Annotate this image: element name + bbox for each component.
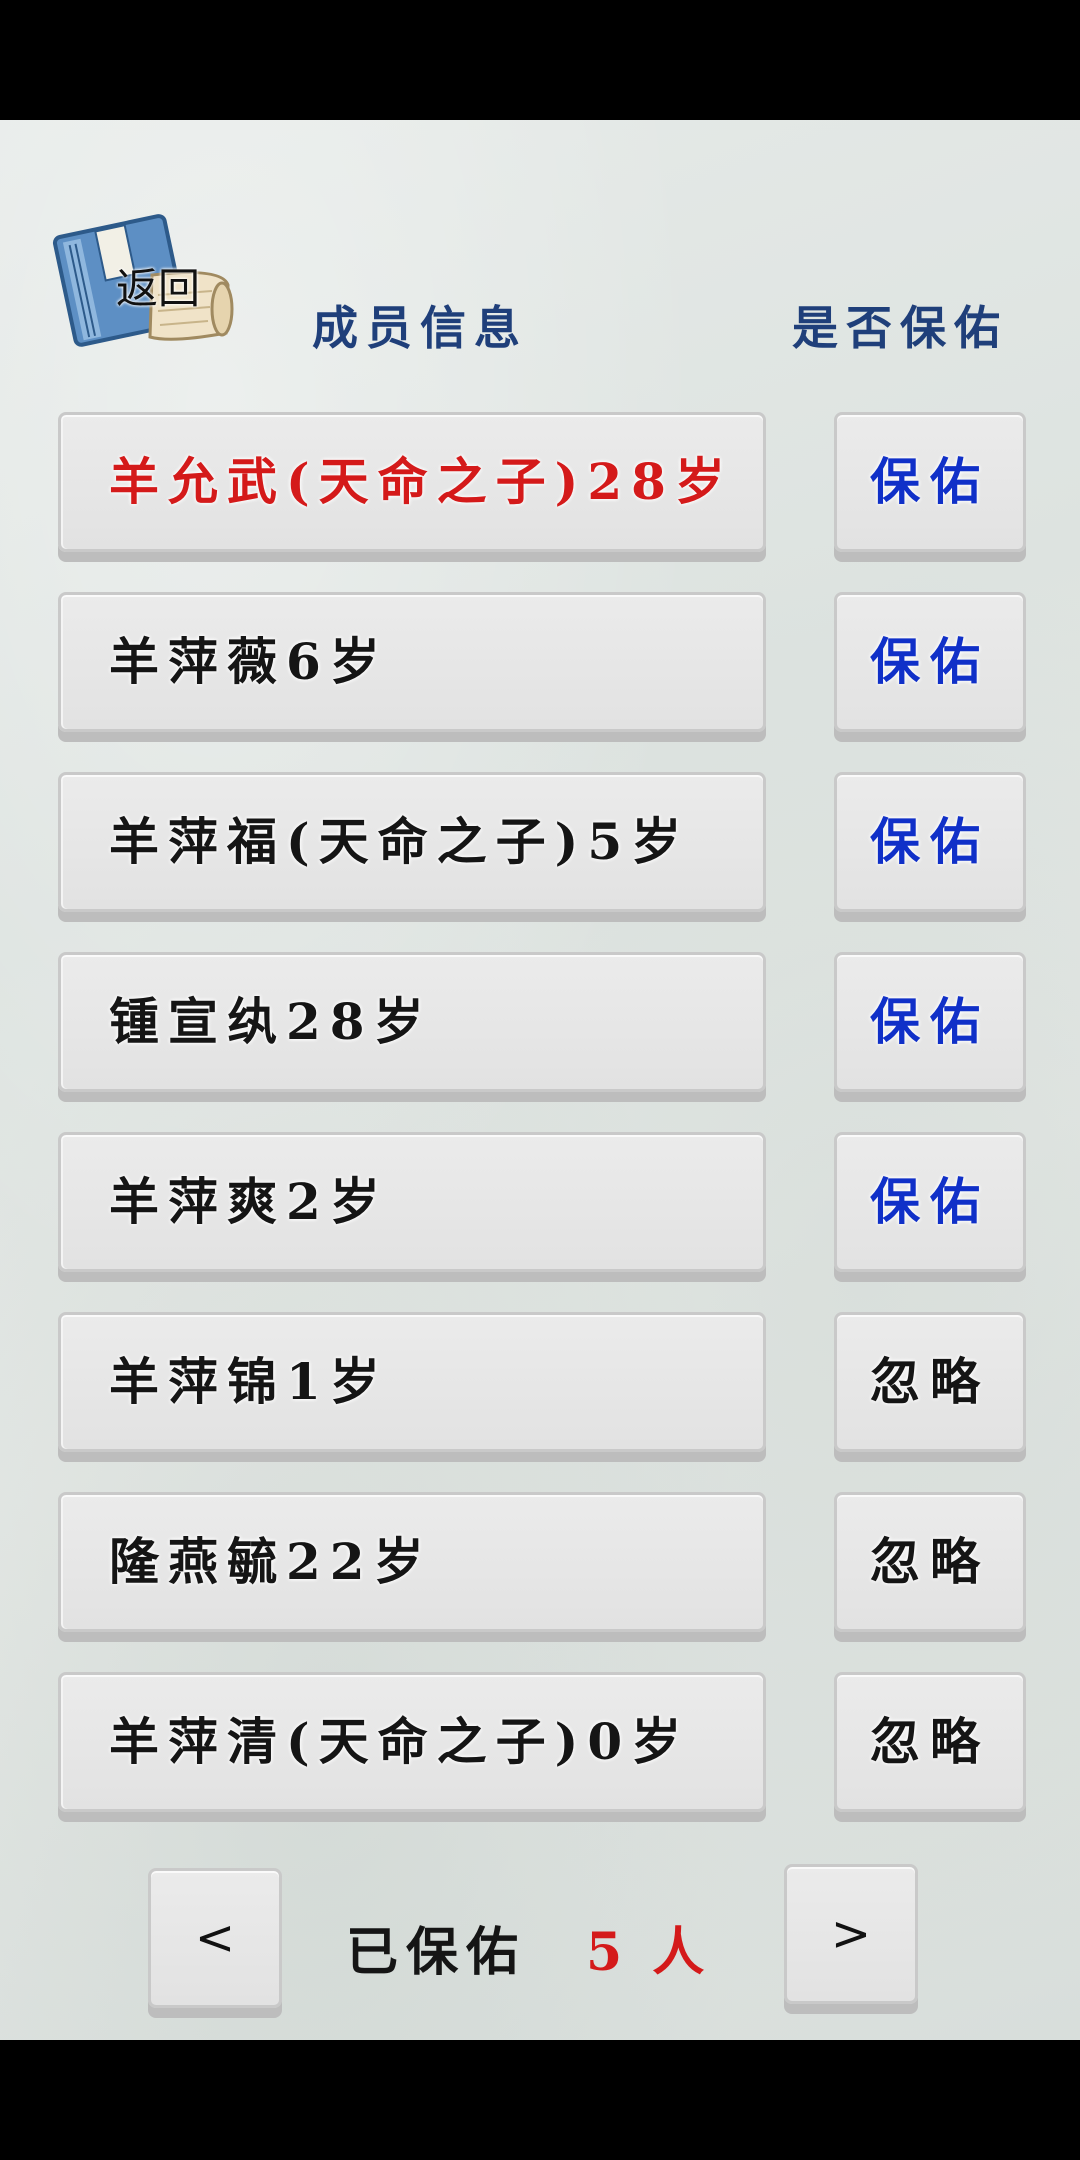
bless-toggle-label: 保佑 xyxy=(870,632,990,691)
member-row[interactable]: 羊萍薇6岁 xyxy=(58,592,766,732)
summary-label: 已保佑 xyxy=(346,1922,527,1983)
member-name: 锺宣纨28岁 xyxy=(109,992,433,1051)
member-row[interactable]: 锺宣纨28岁 xyxy=(58,952,766,1092)
prev-page-button[interactable]: < xyxy=(148,1868,282,2008)
ignore-toggle-button[interactable]: 忽略 xyxy=(834,1672,1026,1812)
bless-toggle-label: 保佑 xyxy=(870,992,990,1051)
member-name: 隆燕毓22岁 xyxy=(109,1532,433,1591)
member-name: 羊萍清(天命之子)0岁 xyxy=(109,1712,691,1771)
bless-toggle-button[interactable]: 保佑 xyxy=(834,592,1026,732)
member-name: 羊萍薇6岁 xyxy=(109,632,389,691)
ignore-toggle-label: 忽略 xyxy=(870,1532,990,1591)
ignore-toggle-label: 忽略 xyxy=(870,1352,990,1411)
member-name: 羊萍福(天命之子)5岁 xyxy=(109,812,691,871)
member-row[interactable]: 羊萍锦1岁 xyxy=(58,1312,766,1452)
prev-page-label: < xyxy=(194,1910,236,1966)
ignore-toggle-button[interactable]: 忽略 xyxy=(834,1492,1026,1632)
bottom-black-bar xyxy=(0,2040,1080,2160)
bless-toggle-label: 保佑 xyxy=(870,452,990,511)
bless-toggle-button[interactable]: 保佑 xyxy=(834,412,1026,552)
bless-toggle-label: 保佑 xyxy=(870,1172,990,1231)
bless-toggle-button[interactable]: 保佑 xyxy=(834,772,1026,912)
member-row[interactable]: 羊萍爽2岁 xyxy=(58,1132,766,1272)
member-row[interactable]: 隆燕毓22岁 xyxy=(58,1492,766,1632)
bless-toggle-button[interactable]: 保佑 xyxy=(834,952,1026,1092)
member-name: 羊萍锦1岁 xyxy=(109,1352,389,1411)
ignore-toggle-label: 忽略 xyxy=(870,1712,990,1771)
member-row[interactable]: 羊萍福(天命之子)5岁 xyxy=(58,772,766,912)
bless-column-header: 是否保佑 xyxy=(792,301,1008,355)
blessed-summary: 已保佑 5 人 xyxy=(346,1918,712,1988)
next-page-label: > xyxy=(830,1906,872,1962)
bless-toggle-label: 保佑 xyxy=(870,812,990,871)
members-column-header: 成员信息 xyxy=(312,301,528,355)
top-black-bar xyxy=(0,0,1080,120)
count-unit: 人 xyxy=(652,1922,713,1983)
next-page-button[interactable]: > xyxy=(784,1864,918,2004)
blessed-count: 5 xyxy=(586,1922,631,1983)
member-row[interactable]: 羊萍清(天命之子)0岁 xyxy=(58,1672,766,1812)
member-name: 羊萍爽2岁 xyxy=(109,1172,389,1231)
member-row[interactable]: 羊允武(天命之子)28岁 xyxy=(58,412,766,552)
bless-toggle-button[interactable]: 保佑 xyxy=(834,1132,1026,1272)
member-name: 羊允武(天命之子)28岁 xyxy=(109,452,734,511)
ignore-toggle-button[interactable]: 忽略 xyxy=(834,1312,1026,1452)
back-label[interactable]: 返回 xyxy=(108,255,208,316)
